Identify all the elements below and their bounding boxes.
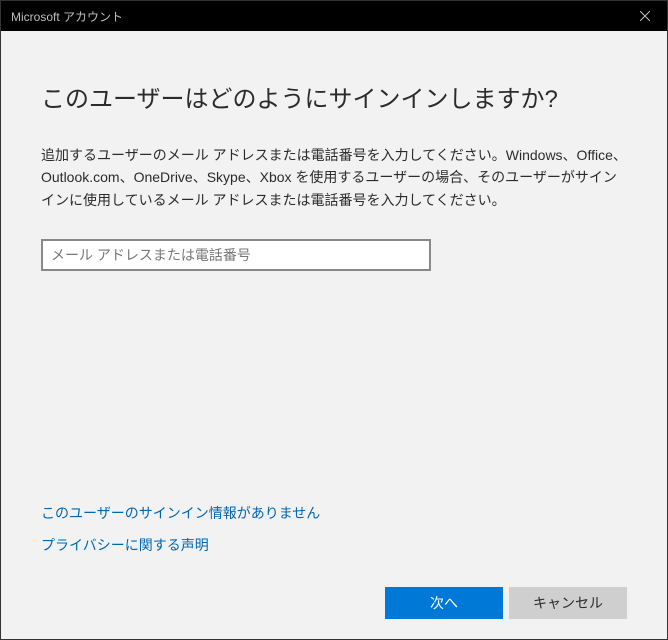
next-button[interactable]: 次へ <box>385 587 503 619</box>
description-text: 追加するユーザーのメール アドレスまたは電話番号を入力してください。Window… <box>41 144 627 211</box>
titlebar: Microsoft アカウント <box>1 1 667 31</box>
links-section: このユーザーのサインイン情報がありません プライバシーに関する声明 <box>41 503 627 567</box>
no-signin-info-link[interactable]: このユーザーのサインイン情報がありません <box>41 503 627 523</box>
close-icon <box>640 11 650 21</box>
cancel-button[interactable]: キャンセル <box>509 587 627 619</box>
window-title: Microsoft アカウント <box>11 8 123 25</box>
content-spacer <box>41 271 627 503</box>
dialog-window: Microsoft アカウント このユーザーはどのようにサインインしますか? 追… <box>0 0 668 640</box>
page-title: このユーザーはどのようにサインインしますか? <box>41 79 627 114</box>
dialog-content: このユーザーはどのようにサインインしますか? 追加するユーザーのメール アドレス… <box>1 31 667 639</box>
privacy-statement-link[interactable]: プライバシーに関する声明 <box>41 535 627 555</box>
button-row: 次へ キャンセル <box>41 587 627 619</box>
close-button[interactable] <box>622 1 667 31</box>
email-or-phone-input[interactable] <box>41 239 431 271</box>
